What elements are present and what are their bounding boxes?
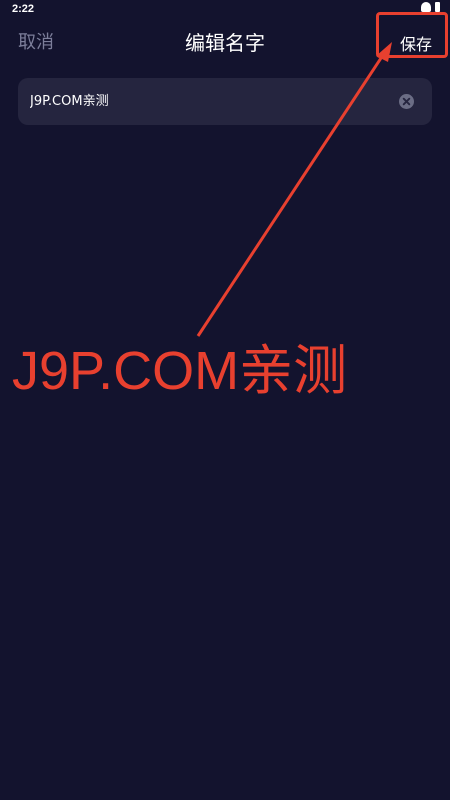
name-input[interactable] [30,78,390,125]
watermark-text: J9P.COM亲测 [12,341,348,401]
save-highlight-box [376,12,448,58]
status-time: 2:22 [12,3,35,15]
battery-icon [435,2,440,12]
status-icons [421,2,440,12]
wifi-icon [421,2,431,12]
name-field[interactable] [18,78,432,125]
clear-icon[interactable] [399,94,414,109]
edit-name-screen: 2:22 取消 编辑名字 保存 J9P.COM亲测 [0,0,450,800]
